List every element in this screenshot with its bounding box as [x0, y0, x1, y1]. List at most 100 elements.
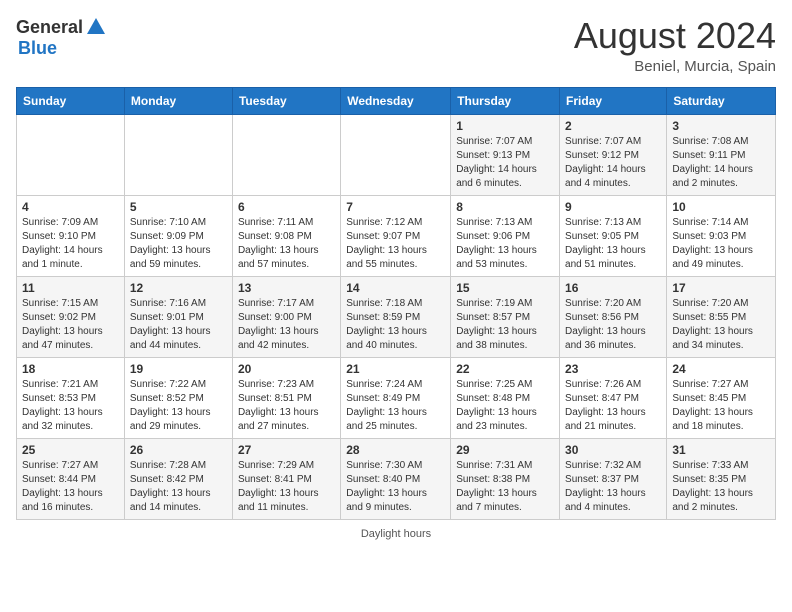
calendar-week-row: 11Sunrise: 7:15 AMSunset: 9:02 PMDayligh… [17, 276, 776, 357]
month-year-title: August 2024 [574, 16, 776, 56]
day-number: 20 [238, 362, 335, 376]
day-info: Sunrise: 7:24 AMSunset: 8:49 PMDaylight:… [346, 378, 445, 434]
day-info: Sunrise: 7:31 AMSunset: 8:38 PMDaylight:… [456, 459, 554, 515]
day-number: 28 [346, 443, 445, 457]
calendar-cell: 29 Sunrise: 7:31 AMSunset: 8:38 PMDayligh… [451, 438, 560, 519]
day-info: Sunrise: 7:07 AMSunset: 9:12 PMDaylight:… [565, 135, 661, 191]
calendar-cell: 7 Sunrise: 7:12 AMSunset: 9:07 PMDaylight… [341, 195, 451, 276]
weekday-header: Thursday [451, 87, 560, 114]
weekday-header: Saturday [667, 87, 776, 114]
day-number: 30 [565, 443, 661, 457]
day-info: Sunrise: 7:22 AMSunset: 8:52 PMDaylight:… [130, 378, 227, 434]
day-info: Sunrise: 7:20 AMSunset: 8:55 PMDaylight:… [672, 297, 770, 353]
calendar-footer: Daylight hours [16, 528, 776, 540]
day-number: 23 [565, 362, 661, 376]
day-number: 29 [456, 443, 554, 457]
calendar-cell: 26Sunrise: 7:28 AMSunset: 8:42 PMDayligh… [124, 438, 232, 519]
calendar-cell: 17 Sunrise: 7:20 AMSunset: 8:55 PMDayligh… [667, 276, 776, 357]
day-info: Sunrise: 7:25 AMSunset: 8:48 PMDaylight:… [456, 378, 554, 434]
calendar-week-row: 18Sunrise: 7:21 AMSunset: 8:53 PMDayligh… [17, 357, 776, 438]
calendar-cell [17, 114, 125, 195]
calendar-cell: 30 Sunrise: 7:32 AMSunset: 8:37 PMDayligh… [560, 438, 667, 519]
day-number: 22 [456, 362, 554, 376]
weekday-header: Friday [560, 87, 667, 114]
daylight-hours-label: Daylight hours [361, 528, 431, 540]
day-info: Sunrise: 7:11 AMSunset: 9:08 PMDaylight:… [238, 216, 335, 272]
calendar-cell: 4 Sunrise: 7:09 AMSunset: 9:10 PMDaylight… [17, 195, 125, 276]
calendar-table: SundayMondayTuesdayWednesdayThursdayFrid… [16, 87, 776, 520]
day-info: Sunrise: 7:13 AMSunset: 9:06 PMDaylight:… [456, 216, 554, 272]
day-number: 31 [672, 443, 770, 457]
day-info: Sunrise: 7:12 AMSunset: 9:07 PMDaylight:… [346, 216, 445, 272]
day-info: Sunrise: 7:27 AMSunset: 8:44 PMDaylight:… [22, 459, 119, 515]
page-header: General Blue August 2024 Beniel, Murcia,… [16, 16, 776, 75]
day-number: 19 [130, 362, 227, 376]
day-info: Sunrise: 7:13 AMSunset: 9:05 PMDaylight:… [565, 216, 661, 272]
weekday-header: Wednesday [341, 87, 451, 114]
day-number: 24 [672, 362, 770, 376]
day-number: 2 [565, 119, 661, 133]
location-subtitle: Beniel, Murcia, Spain [574, 58, 776, 75]
calendar-cell: 31Sunrise: 7:33 AMSunset: 8:35 PMDayligh… [667, 438, 776, 519]
calendar-week-row: 1 Sunrise: 7:07 AMSunset: 9:13 PMDaylight… [17, 114, 776, 195]
day-info: Sunrise: 7:28 AMSunset: 8:42 PMDaylight:… [130, 459, 227, 515]
calendar-cell: 2 Sunrise: 7:07 AMSunset: 9:12 PMDaylight… [560, 114, 667, 195]
weekday-header: Sunday [17, 87, 125, 114]
calendar-cell: 8 Sunrise: 7:13 AMSunset: 9:06 PMDaylight… [451, 195, 560, 276]
calendar-cell: 22 Sunrise: 7:25 AMSunset: 8:48 PMDayligh… [451, 357, 560, 438]
day-info: Sunrise: 7:19 AMSunset: 8:57 PMDaylight:… [456, 297, 554, 353]
day-number: 1 [456, 119, 554, 133]
calendar-cell: 28 Sunrise: 7:30 AMSunset: 8:40 PMDayligh… [341, 438, 451, 519]
calendar-cell: 24Sunrise: 7:27 AMSunset: 8:45 PMDayligh… [667, 357, 776, 438]
day-info: Sunrise: 7:23 AMSunset: 8:51 PMDaylight:… [238, 378, 335, 434]
weekday-header: Tuesday [232, 87, 340, 114]
day-number: 16 [565, 281, 661, 295]
day-number: 7 [346, 200, 445, 214]
calendar-cell: 27 Sunrise: 7:29 AMSunset: 8:41 PMDayligh… [232, 438, 340, 519]
day-number: 17 [672, 281, 770, 295]
calendar-week-row: 25Sunrise: 7:27 AMSunset: 8:44 PMDayligh… [17, 438, 776, 519]
calendar-cell: 19 Sunrise: 7:22 AMSunset: 8:52 PMDayligh… [124, 357, 232, 438]
calendar-cell: 23 Sunrise: 7:26 AMSunset: 8:47 PMDayligh… [560, 357, 667, 438]
day-info: Sunrise: 7:29 AMSunset: 8:41 PMDaylight:… [238, 459, 335, 515]
calendar-cell: 11Sunrise: 7:15 AMSunset: 9:02 PMDayligh… [17, 276, 125, 357]
calendar-cell [124, 114, 232, 195]
calendar-cell: 16Sunrise: 7:20 AMSunset: 8:56 PMDayligh… [560, 276, 667, 357]
day-number: 15 [456, 281, 554, 295]
logo-general-text: General [16, 17, 83, 38]
calendar-week-row: 4 Sunrise: 7:09 AMSunset: 9:10 PMDaylight… [17, 195, 776, 276]
day-number: 21 [346, 362, 445, 376]
day-info: Sunrise: 7:07 AMSunset: 9:13 PMDaylight:… [456, 135, 554, 191]
calendar-cell: 10Sunrise: 7:14 AMSunset: 9:03 PMDayligh… [667, 195, 776, 276]
day-number: 14 [346, 281, 445, 295]
logo-blue-text: Blue [18, 38, 57, 58]
day-info: Sunrise: 7:17 AMSunset: 9:00 PMDaylight:… [238, 297, 335, 353]
day-info: Sunrise: 7:15 AMSunset: 9:02 PMDaylight:… [22, 297, 119, 353]
day-number: 13 [238, 281, 335, 295]
calendar-cell: 18Sunrise: 7:21 AMSunset: 8:53 PMDayligh… [17, 357, 125, 438]
calendar-cell: 14Sunrise: 7:18 AMSunset: 8:59 PMDayligh… [341, 276, 451, 357]
day-number: 6 [238, 200, 335, 214]
calendar-cell: 9 Sunrise: 7:13 AMSunset: 9:05 PMDaylight… [560, 195, 667, 276]
day-info: Sunrise: 7:14 AMSunset: 9:03 PMDaylight:… [672, 216, 770, 272]
day-info: Sunrise: 7:09 AMSunset: 9:10 PMDaylight:… [22, 216, 119, 272]
calendar-cell [232, 114, 340, 195]
day-number: 9 [565, 200, 661, 214]
day-number: 12 [130, 281, 227, 295]
title-area: August 2024 Beniel, Murcia, Spain [574, 16, 776, 75]
calendar-cell: 13 Sunrise: 7:17 AMSunset: 9:00 PMDayligh… [232, 276, 340, 357]
day-info: Sunrise: 7:16 AMSunset: 9:01 PMDaylight:… [130, 297, 227, 353]
day-info: Sunrise: 7:32 AMSunset: 8:37 PMDaylight:… [565, 459, 661, 515]
day-info: Sunrise: 7:30 AMSunset: 8:40 PMDaylight:… [346, 459, 445, 515]
weekday-header: Monday [124, 87, 232, 114]
calendar-cell: 6 Sunrise: 7:11 AMSunset: 9:08 PMDaylight… [232, 195, 340, 276]
day-info: Sunrise: 7:26 AMSunset: 8:47 PMDaylight:… [565, 378, 661, 434]
day-number: 4 [22, 200, 119, 214]
weekday-header-row: SundayMondayTuesdayWednesdayThursdayFrid… [17, 87, 776, 114]
day-number: 8 [456, 200, 554, 214]
day-number: 3 [672, 119, 770, 133]
day-info: Sunrise: 7:21 AMSunset: 8:53 PMDaylight:… [22, 378, 119, 434]
day-number: 27 [238, 443, 335, 457]
day-info: Sunrise: 7:10 AMSunset: 9:09 PMDaylight:… [130, 216, 227, 272]
day-info: Sunrise: 7:08 AMSunset: 9:11 PMDaylight:… [672, 135, 770, 191]
